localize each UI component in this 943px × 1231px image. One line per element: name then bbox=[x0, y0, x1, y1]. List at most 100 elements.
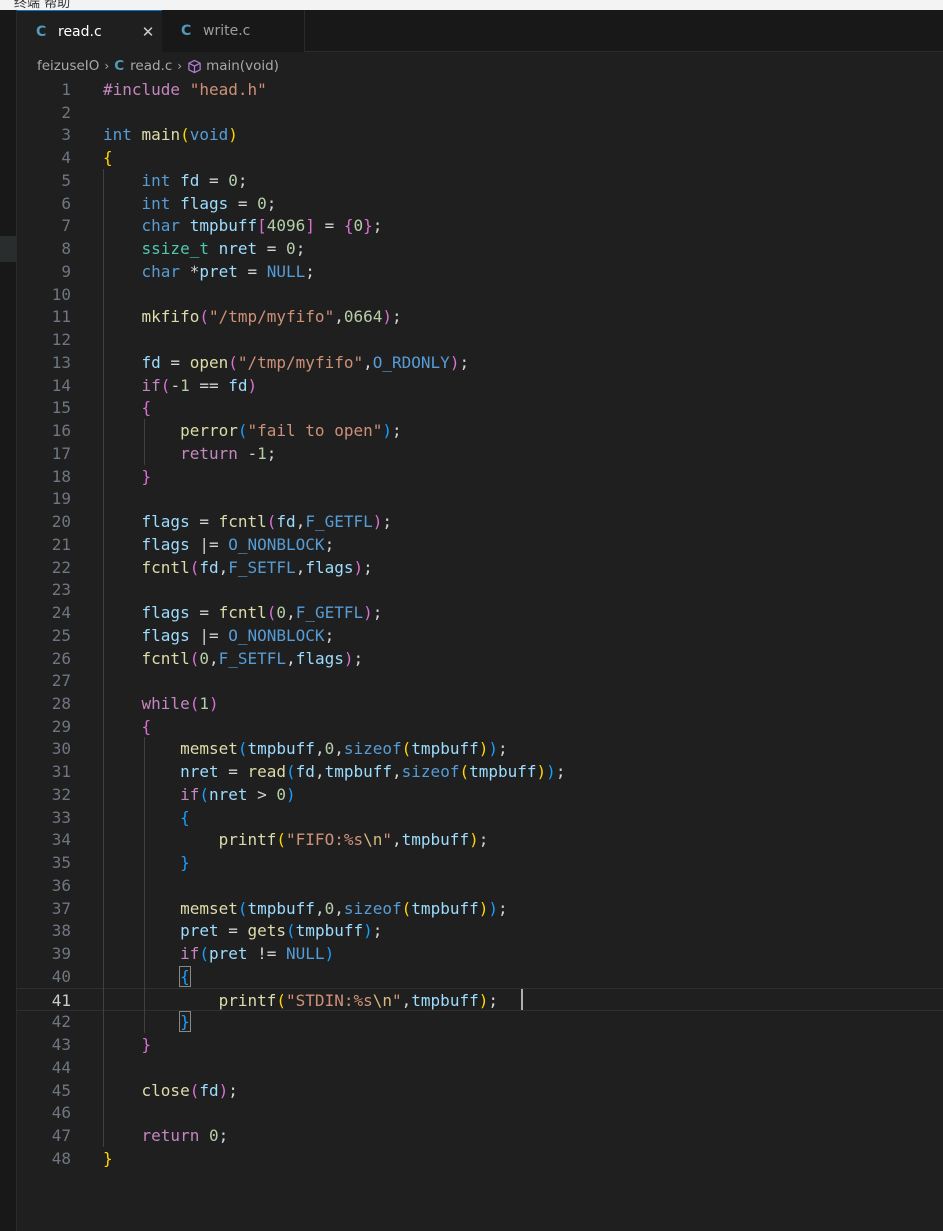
line-number[interactable]: 36 bbox=[17, 874, 71, 897]
line-number[interactable]: 48 bbox=[17, 1147, 71, 1170]
code-line[interactable]: 30 memset(tmpbuff,0,sizeof(tmpbuff)); bbox=[17, 737, 943, 760]
line-number[interactable]: 6 bbox=[17, 192, 71, 215]
code-line[interactable]: 35 } bbox=[17, 851, 943, 874]
code-line[interactable]: 18 } bbox=[17, 465, 943, 488]
line-number[interactable]: 22 bbox=[17, 556, 71, 579]
code-line[interactable]: 17 return -1; bbox=[17, 442, 943, 465]
code-line[interactable]: 12 bbox=[17, 328, 943, 351]
line-number[interactable]: 33 bbox=[17, 806, 71, 829]
code-line[interactable]: 47 return 0; bbox=[17, 1124, 943, 1147]
line-number[interactable]: 23 bbox=[17, 578, 71, 601]
code-line[interactable]: 34 printf("FIFO:%s\n",tmpbuff); bbox=[17, 828, 943, 851]
code-line[interactable]: 3 int main(void) bbox=[17, 123, 943, 146]
code-line[interactable]: 4{ bbox=[17, 146, 943, 169]
code-text[interactable]: { bbox=[103, 146, 113, 169]
breadcrumb-symbol[interactable]: main(void) bbox=[206, 58, 279, 74]
code-line[interactable]: 41 printf("STDIN:%s\n",tmpbuff); bbox=[17, 987, 943, 1012]
line-number[interactable]: 46 bbox=[17, 1101, 71, 1124]
line-number[interactable]: 12 bbox=[17, 328, 71, 351]
code-text[interactable]: return 0; bbox=[103, 1124, 229, 1147]
code-text[interactable]: } bbox=[103, 1033, 152, 1056]
code-line[interactable]: 33 { bbox=[17, 806, 943, 829]
line-number[interactable]: 40 bbox=[17, 965, 71, 988]
code-line[interactable]: 48} bbox=[17, 1147, 943, 1170]
code-text[interactable]: if(-1 == fd) bbox=[103, 374, 258, 397]
code-text[interactable]: #include "head.h" bbox=[103, 78, 267, 101]
code-text[interactable]: fcntl(fd,F_SETFL,flags); bbox=[103, 556, 373, 579]
code-text[interactable]: return -1; bbox=[103, 442, 276, 465]
code-text[interactable]: fd = open("/tmp/myfifo",O_RDONLY); bbox=[103, 351, 470, 374]
code-line[interactable]: 43 } bbox=[17, 1033, 943, 1056]
line-number[interactable]: 32 bbox=[17, 783, 71, 806]
code-line[interactable]: 15 { bbox=[17, 396, 943, 419]
code-line[interactable]: 6 int flags = 0; bbox=[17, 192, 943, 215]
line-number[interactable]: 45 bbox=[17, 1079, 71, 1102]
line-number[interactable]: 25 bbox=[17, 624, 71, 647]
code-line[interactable]: 25 flags |= O_NONBLOCK; bbox=[17, 624, 943, 647]
code-line[interactable]: 2 bbox=[17, 101, 943, 124]
code-line[interactable]: 1 #include "head.h" bbox=[17, 78, 943, 101]
code-line[interactable]: 39 if(pret != NULL) bbox=[17, 942, 943, 965]
activity-marker[interactable] bbox=[0, 236, 17, 262]
line-number[interactable]: 18 bbox=[17, 465, 71, 488]
code-line[interactable]: 19 bbox=[17, 487, 943, 510]
code-text[interactable]: } bbox=[103, 1010, 191, 1033]
code-text[interactable]: flags |= O_NONBLOCK; bbox=[103, 533, 335, 556]
code-line[interactable]: 7 char tmpbuff[4096] = {0}; bbox=[17, 214, 943, 237]
line-number[interactable]: 5 bbox=[17, 169, 71, 192]
code-text[interactable]: { bbox=[103, 396, 152, 419]
code-text[interactable]: char tmpbuff[4096] = {0}; bbox=[103, 214, 383, 237]
code-line[interactable]: 31 nret = read(fd,tmpbuff,sizeof(tmpbuff… bbox=[17, 760, 943, 783]
code-text[interactable]: int main(void) bbox=[103, 123, 238, 146]
code-text[interactable]: ssize_t nret = 0; bbox=[103, 237, 306, 260]
line-number[interactable]: 30 bbox=[17, 737, 71, 760]
line-number[interactable]: 15 bbox=[17, 396, 71, 419]
line-number[interactable]: 2 bbox=[17, 101, 71, 124]
line-number[interactable]: 42 bbox=[17, 1010, 71, 1033]
code-line[interactable]: 13 fd = open("/tmp/myfifo",O_RDONLY); bbox=[17, 351, 943, 374]
code-text[interactable]: flags = fcntl(0,F_GETFL); bbox=[103, 601, 383, 624]
close-icon[interactable]: ✕ bbox=[140, 24, 156, 40]
line-number[interactable]: 29 bbox=[17, 715, 71, 738]
code-text[interactable]: printf("FIFO:%s\n",tmpbuff); bbox=[103, 828, 489, 851]
code-line[interactable]: 26 fcntl(0,F_SETFL,flags); bbox=[17, 647, 943, 670]
code-text[interactable]: flags = fcntl(fd,F_GETFL); bbox=[103, 510, 393, 533]
code-line[interactable]: 46 bbox=[17, 1101, 943, 1124]
code-line[interactable]: 21 flags |= O_NONBLOCK; bbox=[17, 533, 943, 556]
line-number[interactable]: 10 bbox=[17, 283, 71, 306]
line-number[interactable]: 3 bbox=[17, 123, 71, 146]
tab-write-c[interactable]: C write.c bbox=[162, 10, 305, 52]
code-line[interactable]: 16 perror("fail to open"); bbox=[17, 419, 943, 442]
code-text[interactable]: pret = gets(tmpbuff); bbox=[103, 919, 382, 942]
code-line[interactable]: 37 memset(tmpbuff,0,sizeof(tmpbuff)); bbox=[17, 897, 943, 920]
code-text[interactable]: mkfifo("/tmp/myfifo",0664); bbox=[103, 305, 402, 328]
line-number[interactable]: 11 bbox=[17, 305, 71, 328]
code-line[interactable]: 23 bbox=[17, 578, 943, 601]
line-number[interactable]: 24 bbox=[17, 601, 71, 624]
code-line[interactable]: 22 fcntl(fd,F_SETFL,flags); bbox=[17, 556, 943, 579]
code-text[interactable]: { bbox=[103, 806, 190, 829]
code-text[interactable]: printf("STDIN:%s\n",tmpbuff); bbox=[103, 989, 498, 1012]
code-text[interactable]: close(fd); bbox=[103, 1079, 238, 1102]
line-number[interactable]: 31 bbox=[17, 760, 71, 783]
code-line[interactable]: 14 if(-1 == fd) bbox=[17, 374, 943, 397]
code-line[interactable]: 8 ssize_t nret = 0; bbox=[17, 237, 943, 260]
code-text[interactable]: if(pret != NULL) bbox=[103, 942, 334, 965]
line-number[interactable]: 47 bbox=[17, 1124, 71, 1147]
line-number[interactable]: 34 bbox=[17, 828, 71, 851]
code-text[interactable]: flags |= O_NONBLOCK; bbox=[103, 624, 335, 647]
code-line[interactable]: 36 bbox=[17, 874, 943, 897]
line-number[interactable]: 43 bbox=[17, 1033, 71, 1056]
line-number[interactable]: 39 bbox=[17, 942, 71, 965]
line-number[interactable]: 13 bbox=[17, 351, 71, 374]
code-line[interactable]: 29 { bbox=[17, 715, 943, 738]
code-text[interactable]: char *pret = NULL; bbox=[103, 260, 315, 283]
code-text[interactable]: memset(tmpbuff,0,sizeof(tmpbuff)); bbox=[103, 897, 508, 920]
code-line[interactable]: 40 { bbox=[17, 965, 943, 988]
line-number[interactable]: 1 bbox=[17, 78, 71, 101]
line-number[interactable]: 35 bbox=[17, 851, 71, 874]
code-text[interactable]: fcntl(0,F_SETFL,flags); bbox=[103, 647, 364, 670]
code-text[interactable]: nret = read(fd,tmpbuff,sizeof(tmpbuff)); bbox=[103, 760, 565, 783]
line-number[interactable]: 41 bbox=[17, 989, 71, 1012]
code-line[interactable]: 45 close(fd); bbox=[17, 1079, 943, 1102]
